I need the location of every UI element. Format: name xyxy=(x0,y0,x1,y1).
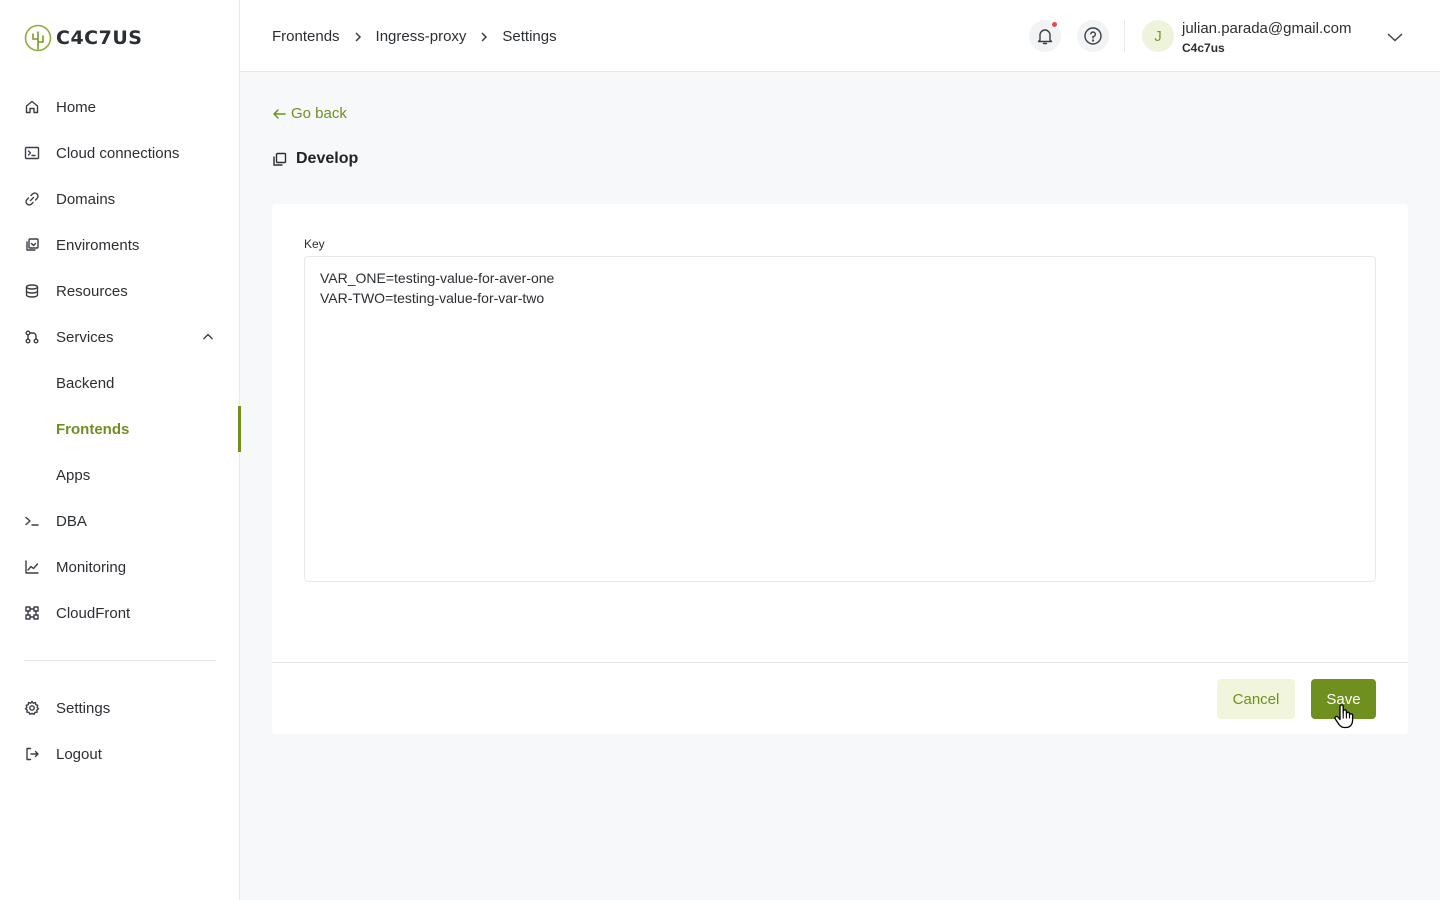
cactus-logo-icon xyxy=(24,24,52,52)
sidebar-item-label: Monitoring xyxy=(56,558,127,576)
sidebar-item-enviroments[interactable]: Enviroments xyxy=(0,222,240,268)
sidebar-item-label: Settings xyxy=(56,699,111,717)
line-chart-icon xyxy=(24,559,40,575)
terminal-box-icon xyxy=(24,145,40,161)
terminal-prompt-icon xyxy=(24,513,40,529)
sidebar-item-monitoring[interactable]: Monitoring xyxy=(0,544,240,590)
header-divider xyxy=(1124,20,1125,52)
sidebar-item-label: Backend xyxy=(56,374,115,392)
sidebar-item-label: Cloud connections xyxy=(56,144,180,162)
sidebar-item-backend[interactable]: Backend xyxy=(0,360,240,406)
sidebar-item-label: Apps xyxy=(56,466,91,484)
sidebar-item-label: Home xyxy=(56,98,97,116)
top-header: Frontends Ingress-proxy Settings J julia… xyxy=(240,0,1440,72)
sidebar-item-frontends[interactable]: Frontends xyxy=(0,406,241,452)
sidebar-item-label: Domains xyxy=(56,190,116,208)
help-icon xyxy=(1084,27,1102,45)
environments-icon xyxy=(273,152,287,166)
key-textarea[interactable]: VAR_ONE=testing-value-for-aver-one VAR-T… xyxy=(304,256,1376,582)
sidebar-item-home[interactable]: Home xyxy=(0,84,240,130)
sidebar-item-services[interactable]: Services xyxy=(0,314,240,360)
sidebar-item-dba[interactable]: DBA xyxy=(0,498,240,544)
sidebar-item-label: Logout xyxy=(56,745,102,763)
bell-icon xyxy=(1037,29,1053,45)
sidebar-item-resources[interactable]: Resources xyxy=(0,268,240,314)
chevron-down-icon[interactable] xyxy=(1386,28,1404,46)
page-title-text: Develop xyxy=(296,150,359,167)
user-organization: C4c7us xyxy=(1182,41,1225,55)
logo[interactable]: C4C7US xyxy=(24,24,142,52)
database-icon xyxy=(24,283,40,299)
sidebar-item-cloud-connections[interactable]: Cloud connections xyxy=(0,130,240,176)
textarea-line: VAR_ONE=testing-value-for-aver-one xyxy=(320,270,555,286)
go-back-label: Go back xyxy=(291,105,347,122)
logout-icon xyxy=(24,746,40,762)
key-field-label: Key xyxy=(304,237,325,251)
sidebar-item-cloudfront[interactable]: CloudFront xyxy=(0,590,240,636)
gear-icon xyxy=(24,700,40,716)
breadcrumb: Frontends Ingress-proxy Settings xyxy=(272,28,557,45)
link-icon xyxy=(24,191,40,207)
cancel-button[interactable]: Cancel xyxy=(1217,679,1295,719)
chevron-up-icon[interactable] xyxy=(200,329,216,345)
arrow-left-icon xyxy=(273,108,286,119)
breadcrumb-item-settings: Settings xyxy=(502,28,557,45)
cloudfront-icon xyxy=(24,605,40,621)
chevron-right-icon xyxy=(351,30,365,44)
sidebar-item-domains[interactable]: Domains xyxy=(0,176,240,222)
card-divider xyxy=(272,662,1408,663)
hand-cursor-icon xyxy=(1334,704,1354,729)
breadcrumb-item-frontends[interactable]: Frontends xyxy=(272,28,340,45)
logo-text: C4C7US xyxy=(56,27,143,49)
services-icon xyxy=(24,329,40,345)
sidebar-item-logout[interactable]: Logout xyxy=(0,731,240,777)
sidebar-divider xyxy=(24,660,216,661)
chevron-right-icon xyxy=(477,30,491,44)
avatar[interactable]: J xyxy=(1142,20,1174,52)
variables-card: Key VAR_ONE=testing-value-for-aver-one V… xyxy=(272,204,1408,734)
environments-icon xyxy=(24,237,40,253)
page-title: Develop xyxy=(272,150,358,168)
help-button[interactable] xyxy=(1077,20,1109,52)
notification-dot xyxy=(1051,21,1058,28)
sidebar-item-label: CloudFront xyxy=(56,604,131,622)
sidebar-item-label: Services xyxy=(56,328,114,346)
breadcrumb-item-ingress-proxy[interactable]: Ingress-proxy xyxy=(376,28,467,45)
sidebar-item-label: Frontends xyxy=(56,420,130,438)
sidebar-item-settings[interactable]: Settings xyxy=(0,685,240,731)
textarea-line: VAR-TWO=testing-value-for-var-two xyxy=(320,290,545,306)
sidebar-item-label: Resources xyxy=(56,282,128,300)
active-indicator xyxy=(238,406,241,452)
notifications-button[interactable] xyxy=(1029,20,1061,52)
home-icon xyxy=(24,99,40,115)
go-back-link[interactable]: Go back xyxy=(272,105,347,122)
user-email: julian.parada@gmail.com xyxy=(1182,20,1352,37)
sidebar-item-label: Enviroments xyxy=(56,236,140,254)
sidebar: C4C7US Home Cloud connections Domains En… xyxy=(0,0,241,900)
sidebar-item-label: DBA xyxy=(56,512,87,530)
sidebar-item-apps[interactable]: Apps xyxy=(0,452,240,498)
